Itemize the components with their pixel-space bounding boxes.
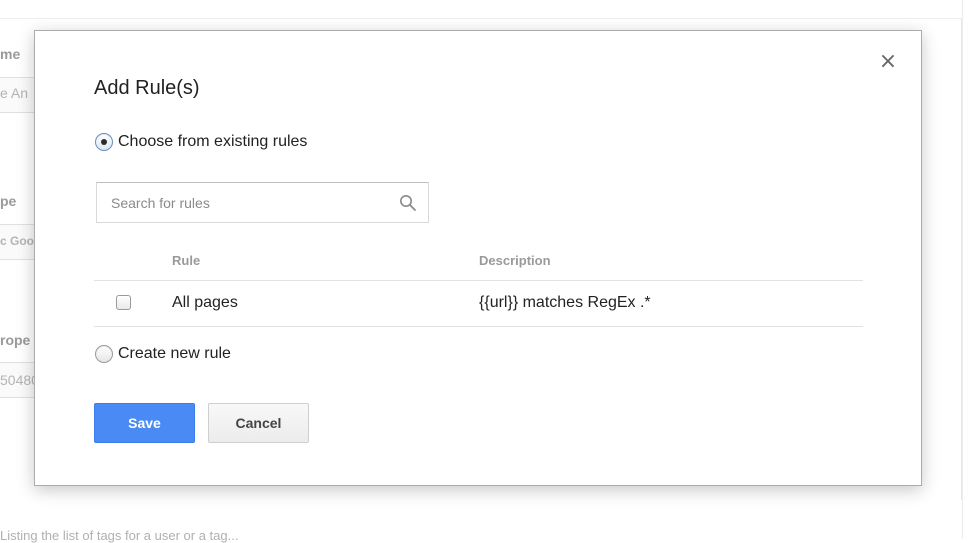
- search-input[interactable]: [111, 194, 398, 211]
- bg-field-label: rope: [0, 332, 31, 348]
- bg-scroll-edge: [962, 0, 975, 539]
- bg-field-value: e An: [0, 85, 29, 101]
- header-select-column: [94, 241, 172, 281]
- create-new-rule-option[interactable]: Create new rule: [95, 345, 231, 363]
- dialog-title: Add Rule(s): [94, 77, 200, 99]
- rule-description: {{url}} matches RegEx .*: [479, 280, 863, 327]
- create-new-radio[interactable]: [95, 345, 113, 363]
- cancel-button[interactable]: Cancel: [208, 403, 309, 443]
- rule-checkbox[interactable]: [116, 295, 131, 311]
- choose-existing-rules-option[interactable]: Choose from existing rules: [95, 133, 307, 151]
- close-icon[interactable]: ×: [877, 51, 899, 73]
- rules-table: Rule Description All pages {{url}} match…: [94, 241, 863, 327]
- search-box[interactable]: [96, 182, 429, 223]
- save-button[interactable]: Save: [94, 403, 195, 443]
- create-new-label: Create new rule: [118, 345, 231, 362]
- bg-field-value: c Goo: [0, 234, 35, 248]
- search-icon[interactable]: [398, 193, 418, 213]
- header-rule: Rule: [172, 241, 479, 281]
- bg-field-label: pe: [0, 193, 17, 209]
- table-row[interactable]: All pages {{url}} matches RegEx .*: [94, 280, 863, 327]
- add-rule-dialog: × Add Rule(s) Choose from existing rules…: [34, 30, 922, 486]
- table-header-row: Rule Description: [94, 241, 863, 281]
- choose-existing-radio[interactable]: [95, 133, 113, 151]
- rule-name: All pages: [172, 280, 479, 327]
- row-checkbox-cell: [94, 280, 172, 327]
- header-description: Description: [479, 241, 863, 281]
- bg-footer-text: Listing the list of tags for a user or a…: [0, 528, 239, 543]
- bg-field-label: me: [0, 46, 21, 62]
- choose-existing-label: Choose from existing rules: [118, 133, 308, 150]
